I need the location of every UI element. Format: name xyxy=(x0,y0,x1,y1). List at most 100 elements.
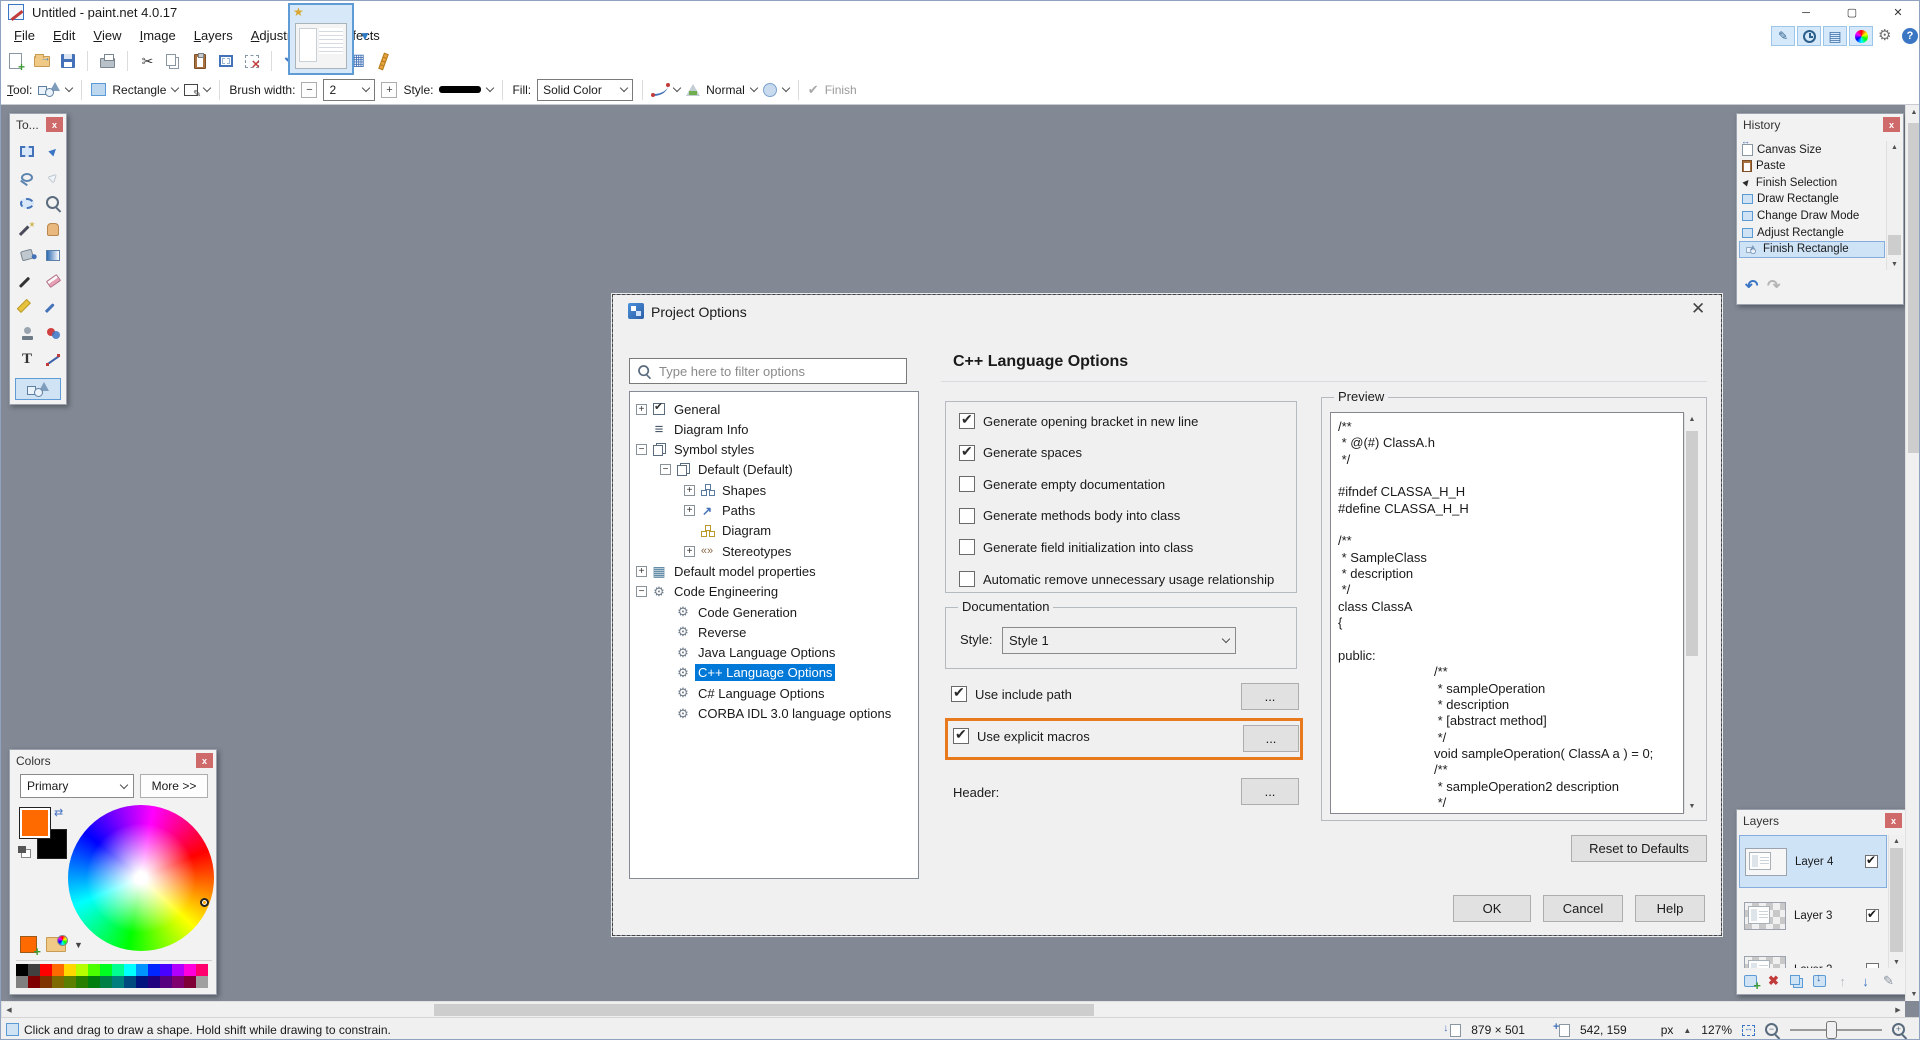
tree-item[interactable]: +Shapes xyxy=(630,480,918,500)
duplicate-layer-button[interactable] xyxy=(1786,971,1807,991)
tree-item[interactable]: ⚙Code Generation xyxy=(630,602,918,622)
palette-swatch[interactable] xyxy=(112,964,124,976)
deselect-button[interactable] xyxy=(242,52,261,71)
include-path-browse-button[interactable]: ... xyxy=(1241,683,1299,710)
colors-panel-close-icon[interactable]: x xyxy=(196,753,213,768)
tree-item[interactable]: +▦Default model properties xyxy=(630,561,918,581)
history-panel-toggle[interactable] xyxy=(1797,26,1821,46)
tool-shapes[interactable] xyxy=(15,378,61,400)
stroke-style-icon[interactable] xyxy=(439,86,481,93)
image-list-chevron-icon[interactable]: ▼ xyxy=(359,29,371,43)
color-wheel-selector[interactable] xyxy=(200,898,209,907)
palette-swatch[interactable] xyxy=(40,976,52,988)
help-icon[interactable]: ? xyxy=(1902,28,1918,44)
palette-swatch[interactable] xyxy=(148,976,160,988)
option-checkbox[interactable] xyxy=(959,476,975,492)
option-checkbox[interactable] xyxy=(959,539,975,555)
style-chevron-icon[interactable] xyxy=(486,84,494,92)
tool-recolor[interactable] xyxy=(42,322,64,344)
palette-swatch[interactable] xyxy=(64,976,76,988)
history-item[interactable]: Change Draw Mode xyxy=(1739,207,1885,224)
menu-edit[interactable]: Edit xyxy=(44,24,84,47)
tree-item[interactable]: −⚙Code Engineering xyxy=(630,582,918,602)
scroll-down-icon[interactable]: ▼ xyxy=(1887,258,1902,270)
shape-rectangle-icon[interactable] xyxy=(91,83,106,96)
palette-swatch[interactable] xyxy=(124,976,136,988)
units-chevron-icon[interactable]: ▲ xyxy=(1683,1026,1691,1035)
finish-check-icon[interactable]: ✔ xyxy=(808,82,819,98)
blend-chevron-icon[interactable] xyxy=(750,84,758,92)
move-layer-down-button[interactable]: ↓ xyxy=(1855,971,1876,991)
expand-icon[interactable]: + xyxy=(684,546,695,557)
tree-item[interactable]: −Symbol styles xyxy=(630,440,918,460)
primary-color-swatch[interactable] xyxy=(20,808,50,838)
brush-width-increase-button[interactable]: + xyxy=(381,82,397,98)
fill-combo[interactable]: Solid Color xyxy=(537,79,633,101)
collapse-icon[interactable]: − xyxy=(636,444,647,455)
print-button[interactable] xyxy=(98,52,117,71)
undo-icon[interactable]: ↶ xyxy=(1745,276,1758,296)
expand-icon[interactable]: + xyxy=(636,566,647,577)
help-button[interactable]: Help xyxy=(1635,895,1705,922)
palette-swatch[interactable] xyxy=(100,964,112,976)
palette-swatch[interactable] xyxy=(184,964,196,976)
scroll-up-icon[interactable]: ▲ xyxy=(1906,105,1920,119)
explicit-macros-browse-button[interactable]: ... xyxy=(1243,725,1299,752)
header-browse-button[interactable]: ... xyxy=(1241,778,1299,805)
close-button[interactable]: ✕ xyxy=(1875,1,1920,24)
color-wheel[interactable] xyxy=(68,805,214,951)
scrollbar-thumb[interactable] xyxy=(1908,123,1920,453)
merge-layer-down-button[interactable] xyxy=(1809,971,1830,991)
zoom-in-icon[interactable] xyxy=(1892,1023,1907,1038)
antialias-icon[interactable] xyxy=(763,83,777,97)
palette-swatch[interactable] xyxy=(136,976,148,988)
antialias-chevron-icon[interactable] xyxy=(782,84,790,92)
fit-to-window-icon[interactable] xyxy=(1742,1025,1755,1036)
layers-panel-close-icon[interactable]: x xyxy=(1885,813,1902,828)
palette-chevron-icon[interactable]: ▼ xyxy=(74,940,83,950)
palette-swatch[interactable] xyxy=(124,964,136,976)
layer-visibility-checkbox[interactable] xyxy=(1866,963,1879,968)
layers-scrollbar[interactable]: ▲ ▼ xyxy=(1888,835,1903,968)
layer-row[interactable]: Layer 2 xyxy=(1739,943,1887,968)
tree-item[interactable]: ⚙Java Language Options xyxy=(630,643,918,663)
color-mode-combo[interactable]: Primary xyxy=(20,774,134,798)
dialog-close-icon[interactable]: ✕ xyxy=(1691,299,1705,319)
option-checkbox[interactable] xyxy=(959,413,975,429)
curve-type-icon[interactable] xyxy=(652,84,668,96)
move-layer-up-button[interactable]: ↑ xyxy=(1832,971,1853,991)
layer-visibility-checkbox[interactable] xyxy=(1866,909,1879,922)
option-checkbox[interactable] xyxy=(959,508,975,524)
scrollbar-thumb[interactable] xyxy=(1890,848,1903,952)
layer-visibility-checkbox[interactable] xyxy=(1865,855,1878,868)
tree-item[interactable]: Diagram xyxy=(630,521,918,541)
open-button[interactable] xyxy=(32,52,51,71)
brush-width-decrease-button[interactable]: − xyxy=(301,82,317,98)
tree-item[interactable]: +↗Paths xyxy=(630,501,918,521)
palette-swatch[interactable] xyxy=(64,964,76,976)
menu-layers[interactable]: Layers xyxy=(185,24,242,47)
palette-swatch[interactable] xyxy=(172,976,184,988)
history-item[interactable]: Finish Rectangle xyxy=(1739,241,1885,258)
tree-item[interactable]: ⚙CORBA IDL 3.0 language options xyxy=(630,704,918,724)
tree-item[interactable]: ⚙C# Language Options xyxy=(630,683,918,703)
horizontal-scrollbar[interactable]: ◀ ▶ xyxy=(1,1001,1905,1017)
collapse-icon[interactable]: − xyxy=(660,464,671,475)
palette-swatch[interactable] xyxy=(52,964,64,976)
preview-scrollbar[interactable]: ▲ ▼ xyxy=(1684,413,1698,813)
cancel-button[interactable]: Cancel xyxy=(1543,895,1623,922)
menu-image[interactable]: Image xyxy=(131,24,185,47)
tool-paint-bucket[interactable] xyxy=(16,244,38,266)
shapes-tool-icon[interactable] xyxy=(38,82,60,97)
tools-panel-toggle[interactable]: ✎ xyxy=(1771,26,1795,46)
zoom-slider-thumb[interactable] xyxy=(1826,1021,1837,1039)
palette-swatch[interactable] xyxy=(52,976,64,988)
option-checkbox[interactable] xyxy=(959,445,975,461)
palette-swatch[interactable] xyxy=(172,964,184,976)
curve-chevron-icon[interactable] xyxy=(673,84,681,92)
tool-clone-stamp[interactable] xyxy=(16,322,38,344)
maximize-button[interactable]: ▢ xyxy=(1829,1,1875,24)
blend-mode-label[interactable]: Normal xyxy=(706,83,745,97)
tool-zoom[interactable] xyxy=(42,192,64,214)
tool-magic-wand[interactable] xyxy=(16,218,38,240)
